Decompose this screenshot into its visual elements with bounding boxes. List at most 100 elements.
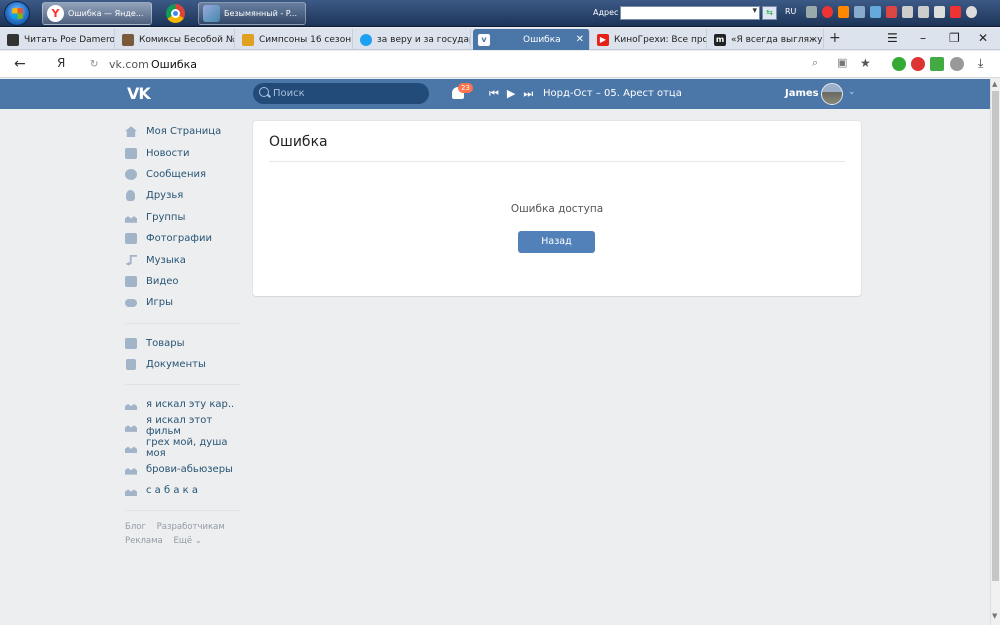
chevron-down-icon[interactable]: ⌄ [848, 87, 856, 97]
tab-label: за веру и за государя [377, 34, 471, 45]
menu-divider [125, 510, 240, 512]
tab-comics[interactable]: Комиксы Бесобой №4 [117, 29, 235, 50]
windows-start-icon[interactable] [4, 1, 30, 26]
tab-simpsons[interactable]: Симпсоны 16 сезон 20 [237, 29, 353, 50]
speaker-icon[interactable] [902, 6, 913, 18]
footer-link-more[interactable]: Ещё ⌄ [173, 536, 201, 546]
current-track-title[interactable]: Норд-Ост – 05. Арест отца [543, 88, 682, 99]
taskbar-chrome-window[interactable] [156, 2, 194, 25]
network-icon[interactable] [918, 6, 929, 18]
vk-header: VK Поиск 23 ⏮ ▶ ⏭ Норд-Ост – 05. Арест о… [0, 79, 990, 109]
avatar[interactable] [821, 83, 843, 105]
reload-icon[interactable]: ↻ [90, 59, 98, 70]
scrollbar-thumb[interactable] [992, 91, 999, 581]
battery-icon[interactable] [934, 6, 945, 18]
tray-app-icon[interactable] [854, 6, 865, 18]
group-icon [125, 489, 137, 497]
tab-vk-error[interactable]: v Ошибка ✕ [473, 29, 590, 50]
sidebar-item-label: брови-абьюзеры [146, 463, 233, 475]
sidebar-group-item[interactable]: с а б а к а [125, 480, 240, 501]
sidebar-item-label: Фотографии [146, 233, 212, 245]
vk-logo[interactable]: VK [127, 84, 151, 103]
restore-icon[interactable]: ❐ [949, 31, 960, 45]
lock-icon[interactable]: ▣ [837, 56, 847, 69]
footer-link-blog[interactable]: Блог [125, 522, 146, 532]
download-extension-icon[interactable] [930, 57, 944, 71]
sidebar-item-label: Моя Страница [146, 126, 222, 138]
flag-icon[interactable] [886, 6, 897, 18]
new-tab-button[interactable]: + [829, 30, 841, 46]
bookmark-star-icon[interactable]: ★ [860, 56, 871, 70]
tray-app-icon[interactable] [870, 6, 881, 18]
taskbar-item-label: Ошибка — Янде... [68, 9, 144, 18]
close-window-icon[interactable]: ✕ [978, 31, 988, 45]
scroll-up-icon[interactable]: ▲ [992, 80, 997, 88]
play-icon[interactable]: ▶ [507, 87, 515, 101]
back-arrow-icon[interactable]: ← [14, 56, 26, 72]
sidebar-item-my-page[interactable]: Моя Страница [125, 121, 240, 142]
sidebar-group-item[interactable]: грех мой, душа моя [125, 437, 240, 459]
tab-youtube[interactable]: ▶ КиноГрехи: Все прокс [592, 29, 707, 50]
previous-track-icon[interactable]: ⏮ [489, 87, 499, 101]
yandex-logo-icon[interactable]: Я [57, 56, 65, 70]
footer-link-ads[interactable]: Реклама [125, 536, 163, 546]
sidebar-item-documents[interactable]: Документы [125, 354, 240, 375]
search-icon[interactable]: ⌕ [812, 56, 818, 70]
taskbar-item-label: Безымянный - P... [224, 9, 297, 18]
back-button[interactable]: Назад [518, 231, 595, 253]
tray-app-icon[interactable] [838, 6, 849, 18]
footer-link-developers[interactable]: Разработчикам [157, 522, 225, 532]
minimize-icon[interactable]: – [920, 31, 926, 45]
scroll-down-icon[interactable]: ▼ [992, 612, 997, 620]
youtube-icon: ▶ [597, 33, 609, 46]
mask-icon [122, 33, 134, 46]
power-icon[interactable] [966, 6, 977, 18]
card-divider [269, 161, 845, 162]
language-indicator[interactable]: RU [785, 7, 796, 16]
sidebar-item-music[interactable]: Музыка [125, 249, 240, 270]
url-page-title[interactable]: Ошибка [151, 58, 197, 71]
menu-divider [125, 322, 240, 324]
taskbar-paint-window[interactable]: Безымянный - P... [198, 2, 306, 25]
tab-article[interactable]: m «Я всегда выгляжу эпа [709, 29, 824, 50]
sidebar-item-goods[interactable]: Товары [125, 333, 240, 354]
url-domain[interactable]: vk.com [109, 58, 149, 71]
sidebar-item-photos[interactable]: Фотографии [125, 228, 240, 249]
sidebar-group-item[interactable]: я искал эту кар.. [125, 394, 240, 415]
tab-twitter[interactable]: за веру и за государя [355, 29, 471, 50]
close-app-icon[interactable] [950, 6, 961, 18]
sidebar-item-label: Друзья [146, 190, 184, 202]
twitter-icon [360, 33, 372, 46]
user-name[interactable]: James [785, 88, 819, 99]
sidebar-group-item[interactable]: брови-абьюзеры [125, 458, 240, 479]
page-scrollbar[interactable]: ▲ ▼ [990, 79, 1000, 625]
menu-icon[interactable]: ☰ [887, 31, 898, 45]
sidebar-item-friends[interactable]: Друзья [125, 185, 240, 206]
tab-poe-dameron[interactable]: Читать Poe Dameron - [2, 29, 115, 50]
sidebar-group-item[interactable]: я искал этот фильм [125, 415, 240, 437]
sidebar-item-news[interactable]: Новости [125, 142, 240, 163]
address-toolbar-input[interactable] [620, 6, 760, 20]
sidebar-item-messages[interactable]: Сообщения [125, 164, 240, 185]
close-tab-icon[interactable]: ✕ [576, 34, 584, 45]
sidebar-item-label: Игры [146, 297, 173, 309]
notification-count-badge: 23 [458, 83, 473, 93]
globe-extension-icon[interactable] [950, 57, 964, 71]
taskbar-yandex-window[interactable]: Y Ошибка — Янде... [42, 2, 152, 25]
tab-label: «Я всегда выгляжу эпа [731, 34, 823, 45]
adblock-extension-icon[interactable] [911, 57, 925, 71]
sidebar-item-video[interactable]: Видео [125, 271, 240, 292]
search-input[interactable]: Поиск [253, 83, 429, 104]
sidebar-item-groups[interactable]: Группы [125, 207, 240, 228]
search-icon [259, 87, 269, 97]
go-icon[interactable]: ⇆ [762, 6, 777, 20]
downloads-icon[interactable]: ⤓ [978, 56, 983, 71]
yandex-tray-icon[interactable] [822, 6, 833, 18]
next-track-icon[interactable]: ⏭ [523, 87, 533, 101]
sidebar-item-label: с а б а к а [146, 485, 198, 497]
error-message: Ошибка доступа [510, 203, 604, 215]
sidebar-item-label: Видео [146, 275, 179, 287]
shield-extension-icon[interactable] [892, 57, 906, 71]
tray-app-icon[interactable] [806, 6, 817, 18]
sidebar-item-games[interactable]: Игры [125, 292, 240, 313]
